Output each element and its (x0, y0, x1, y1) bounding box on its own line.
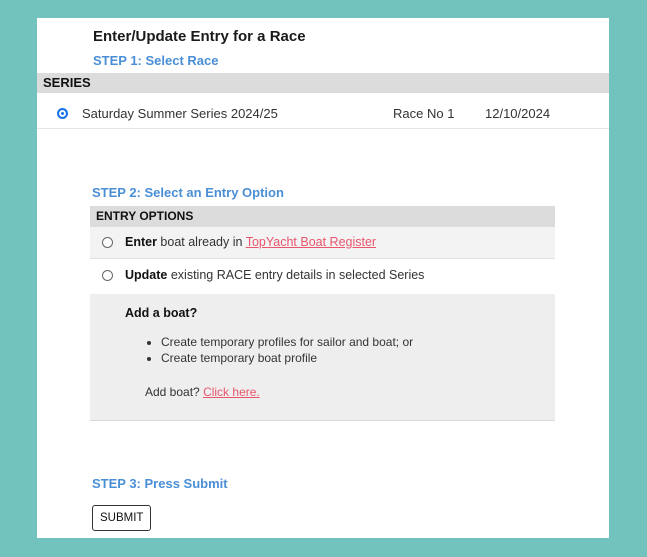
race-number: Race No 1 (393, 106, 455, 121)
boat-register-link[interactable]: TopYacht Boat Register (246, 235, 376, 249)
enter-option-bold: Enter (125, 235, 157, 249)
series-header: SERIES (37, 73, 609, 93)
enter-option-text: Enter boat already in TopYacht Boat Regi… (125, 235, 376, 249)
update-option-text: Update existing RACE entry details in se… (125, 268, 424, 282)
series-radio[interactable] (57, 108, 68, 119)
add-boat-line: Add boat? Click here. (145, 385, 260, 399)
add-boat-prompt: Add boat? (145, 385, 204, 399)
update-option-bold: Update (125, 268, 168, 282)
submit-button[interactable]: SUBMIT (92, 505, 152, 531)
enter-option-row[interactable]: Enter boat already in TopYacht Boat Regi… (90, 227, 555, 259)
page-title: Enter/Update Entry for a Race (93, 28, 306, 45)
add-boat-list: Create temporary profiles for sailor and… (145, 334, 413, 366)
update-option-radio[interactable] (102, 270, 113, 281)
entry-panel: Enter/Update Entry for a Race STEP 1: Se… (37, 18, 609, 538)
series-row[interactable]: Saturday Summer Series 2024/25 Race No 1… (37, 98, 609, 129)
series-name: Saturday Summer Series 2024/25 (82, 106, 278, 121)
step1-heading: STEP 1: Select Race (93, 53, 219, 68)
step2-heading: STEP 2: Select an Entry Option (92, 185, 284, 200)
add-boat-bullet: Create temporary boat profile (161, 350, 413, 366)
entry-options-header: ENTRY OPTIONS (90, 206, 555, 227)
update-option-row[interactable]: Update existing RACE entry details in se… (90, 260, 555, 291)
race-date: 12/10/2024 (485, 106, 551, 121)
step3-heading: STEP 3: Press Submit (92, 476, 228, 491)
add-boat-bullet: Create temporary profiles for sailor and… (161, 334, 413, 350)
add-boat-panel: Add a boat? Create temporary profiles fo… (90, 294, 555, 421)
update-option-desc: existing RACE entry details in selected … (167, 268, 425, 282)
enter-option-desc: boat already in (156, 235, 246, 249)
enter-option-radio[interactable] (102, 237, 113, 248)
add-boat-title: Add a boat? (125, 306, 198, 320)
add-boat-link[interactable]: Click here. (203, 385, 260, 399)
